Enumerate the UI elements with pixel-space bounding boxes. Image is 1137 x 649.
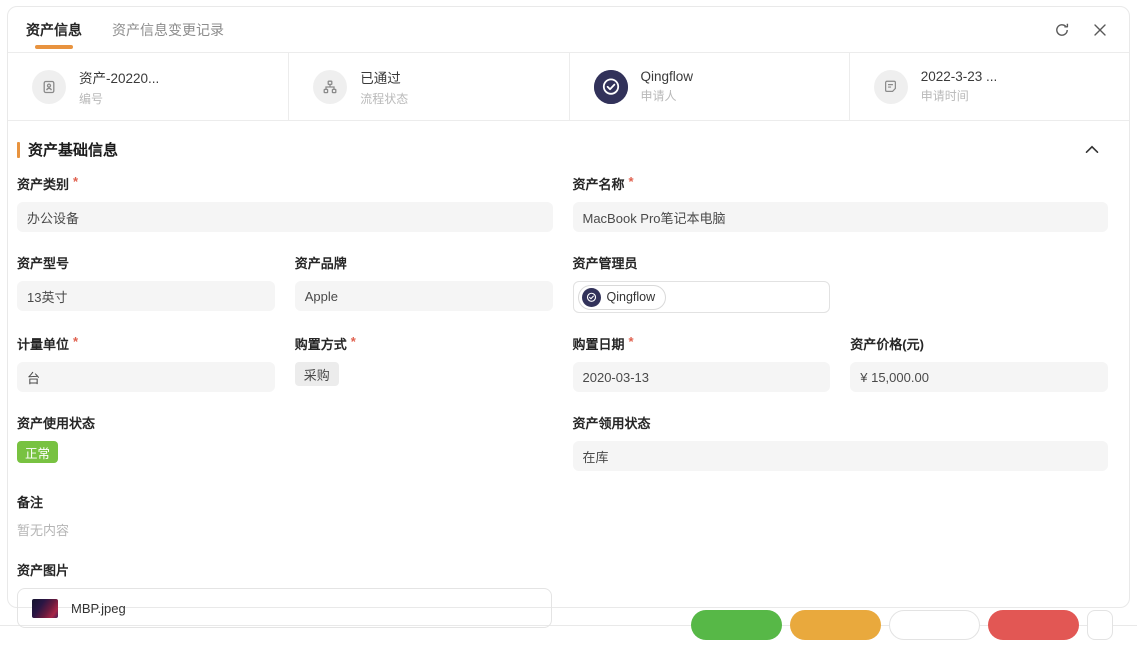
field-label: 计量单位 * (17, 334, 275, 353)
button-yellow[interactable] (790, 610, 881, 640)
footer-actions (7, 610, 1130, 640)
asset-form: 资产类别 * 办公设备 资产名称 * MacBook Pro笔记本电脑 资产型号… (17, 174, 1108, 649)
asset-model-input[interactable]: 13英寸 (17, 281, 275, 311)
qingflow-avatar (582, 288, 601, 307)
required-mark: * (73, 334, 78, 353)
user-tag-label: Qingflow (607, 290, 656, 304)
applicant-value: Qingflow (641, 69, 694, 84)
tab-asset-info[interactable]: 资产信息 (26, 7, 82, 52)
tab-bar: 资产信息 资产信息变更记录 (8, 7, 1129, 53)
field-label: 购置日期 * (573, 334, 831, 353)
usage-status-badge: 正常 (17, 441, 58, 463)
asset-number-label: 编号 (79, 90, 159, 107)
summary-row: 资产-20220... 编号 已通过 流程状态 (8, 53, 1129, 121)
purchase-date-input[interactable]: 2020-03-13 (573, 362, 831, 392)
tab-asset-change-log[interactable]: 资产信息变更记录 (112, 7, 224, 52)
active-tab-underline (35, 45, 73, 49)
field-label: 资产型号 (17, 253, 275, 272)
user-tag-qingflow[interactable]: Qingflow (578, 285, 667, 310)
flow-status-label: 流程状态 (360, 90, 408, 107)
field-label: 资产管理员 (573, 253, 831, 272)
close-icon[interactable] (1091, 21, 1109, 39)
field-asset-brand: 资产品牌 Apple (295, 253, 553, 313)
summary-card-flow-status: 已通过 流程状态 (288, 53, 568, 120)
field-label: 资产类别 * (17, 174, 553, 193)
tab-label: 资产信息 (26, 20, 82, 40)
asset-price-input[interactable]: ¥ 15,000.00 (850, 362, 1108, 392)
field-label: 备注 (17, 492, 553, 511)
refresh-icon[interactable] (1053, 21, 1071, 39)
field-asset-model: 资产型号 13英寸 (17, 253, 275, 313)
asset-category-input[interactable]: 办公设备 (17, 202, 553, 232)
apply-time-label: 申请时间 (921, 87, 998, 104)
field-claim-status: 资产领用状态 在库 (573, 413, 1109, 471)
asset-brand-input[interactable]: Apple (295, 281, 553, 311)
asset-number-value: 资产-20220... (79, 67, 159, 87)
remark-empty-text: 暂无内容 (17, 520, 553, 539)
field-purchase-date: 购置日期 * 2020-03-13 (573, 334, 831, 392)
spacer (850, 253, 1108, 313)
unit-input[interactable]: 台 (17, 362, 275, 392)
chevron-up-icon[interactable] (1085, 145, 1099, 154)
required-mark: * (629, 174, 634, 193)
purchase-method-chip: 采购 (295, 362, 339, 386)
field-usage-status: 资产使用状态 正常 (17, 413, 553, 471)
button-outline[interactable] (889, 610, 980, 640)
summary-card-applicant: Qingflow 申请人 (569, 53, 849, 120)
summary-card-apply-time: 2022-3-23 ... 申请时间 (849, 53, 1129, 120)
field-label: 资产图片 (17, 560, 553, 579)
field-unit: 计量单位 * 台 (17, 334, 275, 392)
section-accent-bar (17, 142, 20, 158)
required-mark: * (629, 334, 634, 353)
field-asset-manager: 资产管理员 Qingflow (573, 253, 831, 313)
section-header: 资产基础信息 (8, 121, 1129, 174)
asset-name-input[interactable]: MacBook Pro笔记本电脑 (573, 202, 1109, 232)
flow-status-value: 已通过 (360, 67, 408, 87)
apply-time-value: 2022-3-23 ... (921, 69, 998, 84)
section-title: 资产基础信息 (28, 139, 118, 160)
field-label: 资产名称 * (573, 174, 1109, 193)
tab-label: 资产信息变更记录 (112, 20, 224, 40)
asset-detail-modal: 资产信息 资产信息变更记录 (7, 6, 1130, 608)
asset-manager-input[interactable]: Qingflow (573, 281, 831, 313)
field-label: 资产品牌 (295, 253, 553, 272)
field-label: 资产领用状态 (573, 413, 1109, 432)
field-asset-category: 资产类别 * 办公设备 (17, 174, 553, 232)
tab-actions (1053, 7, 1109, 52)
required-mark: * (73, 174, 78, 193)
field-purchase-method: 购置方式 * 采购 (295, 334, 553, 392)
field-remark: 备注 暂无内容 (17, 492, 553, 539)
field-label: 资产价格(元) (850, 334, 1108, 353)
field-asset-price: 资产价格(元) ¥ 15,000.00 (850, 334, 1108, 392)
summary-card-number: 资产-20220... 编号 (8, 53, 288, 120)
field-asset-name: 资产名称 * MacBook Pro笔记本电脑 (573, 174, 1109, 232)
field-label: 购置方式 * (295, 334, 553, 353)
claim-status-input[interactable]: 在库 (573, 441, 1109, 471)
spacer (573, 492, 1109, 539)
button-red[interactable] (988, 610, 1079, 640)
field-label: 资产使用状态 (17, 413, 553, 432)
memo-icon (874, 70, 908, 104)
button-green[interactable] (691, 610, 782, 640)
button-mini[interactable] (1087, 610, 1113, 640)
id-badge-icon (32, 70, 66, 104)
qingflow-logo (594, 70, 628, 104)
required-mark: * (351, 334, 356, 353)
page: 资产信息 资产信息变更记录 (0, 0, 1137, 626)
applicant-label: 申请人 (641, 87, 694, 104)
flow-status-icon (313, 70, 347, 104)
